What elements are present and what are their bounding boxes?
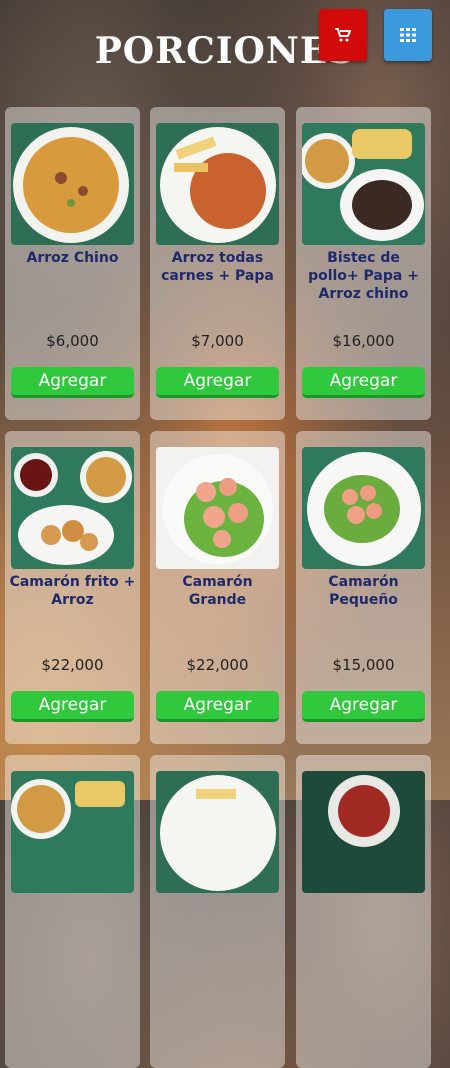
product-image	[11, 447, 134, 569]
product-price: $15,000	[332, 656, 395, 674]
grid-view-button[interactable]	[384, 9, 432, 61]
add-button[interactable]: Agregar	[11, 367, 134, 398]
product-image	[11, 123, 134, 245]
page-title: PORCIONES	[94, 30, 356, 72]
cart-button[interactable]	[319, 9, 367, 61]
product-card: Arroz Chino $6,000 Agregar	[5, 107, 140, 420]
product-image	[302, 123, 425, 245]
product-price: $16,000	[332, 332, 395, 350]
product-card	[150, 755, 285, 1068]
product-card	[296, 755, 431, 1068]
product-image	[156, 771, 279, 893]
product-image	[156, 123, 279, 245]
product-card: Arroz todas carnes + Papa $7,000 Agregar	[150, 107, 285, 420]
product-name: Arroz Chino	[26, 250, 119, 266]
product-price: $22,000	[41, 656, 104, 674]
product-name: Camarón Pequeño	[328, 574, 399, 608]
add-button[interactable]: Agregar	[156, 691, 279, 722]
add-button[interactable]: Agregar	[302, 367, 425, 398]
product-price: $7,000	[191, 332, 244, 350]
product-name: Bistec de pollo+ Papa + Arroz chino	[308, 250, 419, 302]
product-card: Bistec de pollo+ Papa + Arroz chino $16,…	[296, 107, 431, 420]
product-price: $6,000	[46, 332, 99, 350]
product-image	[11, 771, 134, 893]
add-button[interactable]: Agregar	[11, 691, 134, 722]
add-button[interactable]: Agregar	[302, 691, 425, 722]
product-name: Camarón frito + Arroz	[9, 574, 136, 608]
cart-icon	[335, 28, 351, 42]
product-card	[5, 755, 140, 1068]
product-name: Arroz todas carnes + Papa	[161, 250, 274, 284]
product-card: Camarón frito + Arroz $22,000 Agregar	[5, 431, 140, 744]
grid-icon	[400, 28, 416, 42]
product-image	[156, 447, 279, 569]
product-image	[302, 447, 425, 569]
product-price: $22,000	[186, 656, 249, 674]
product-card: Camarón Pequeño $15,000 Agregar	[296, 431, 431, 744]
product-name: Camarón Grande	[182, 574, 253, 608]
product-image	[302, 771, 425, 893]
add-button[interactable]: Agregar	[156, 367, 279, 398]
product-card: Camarón Grande $22,000 Agregar	[150, 431, 285, 744]
header: PORCIONES	[0, 0, 450, 95]
